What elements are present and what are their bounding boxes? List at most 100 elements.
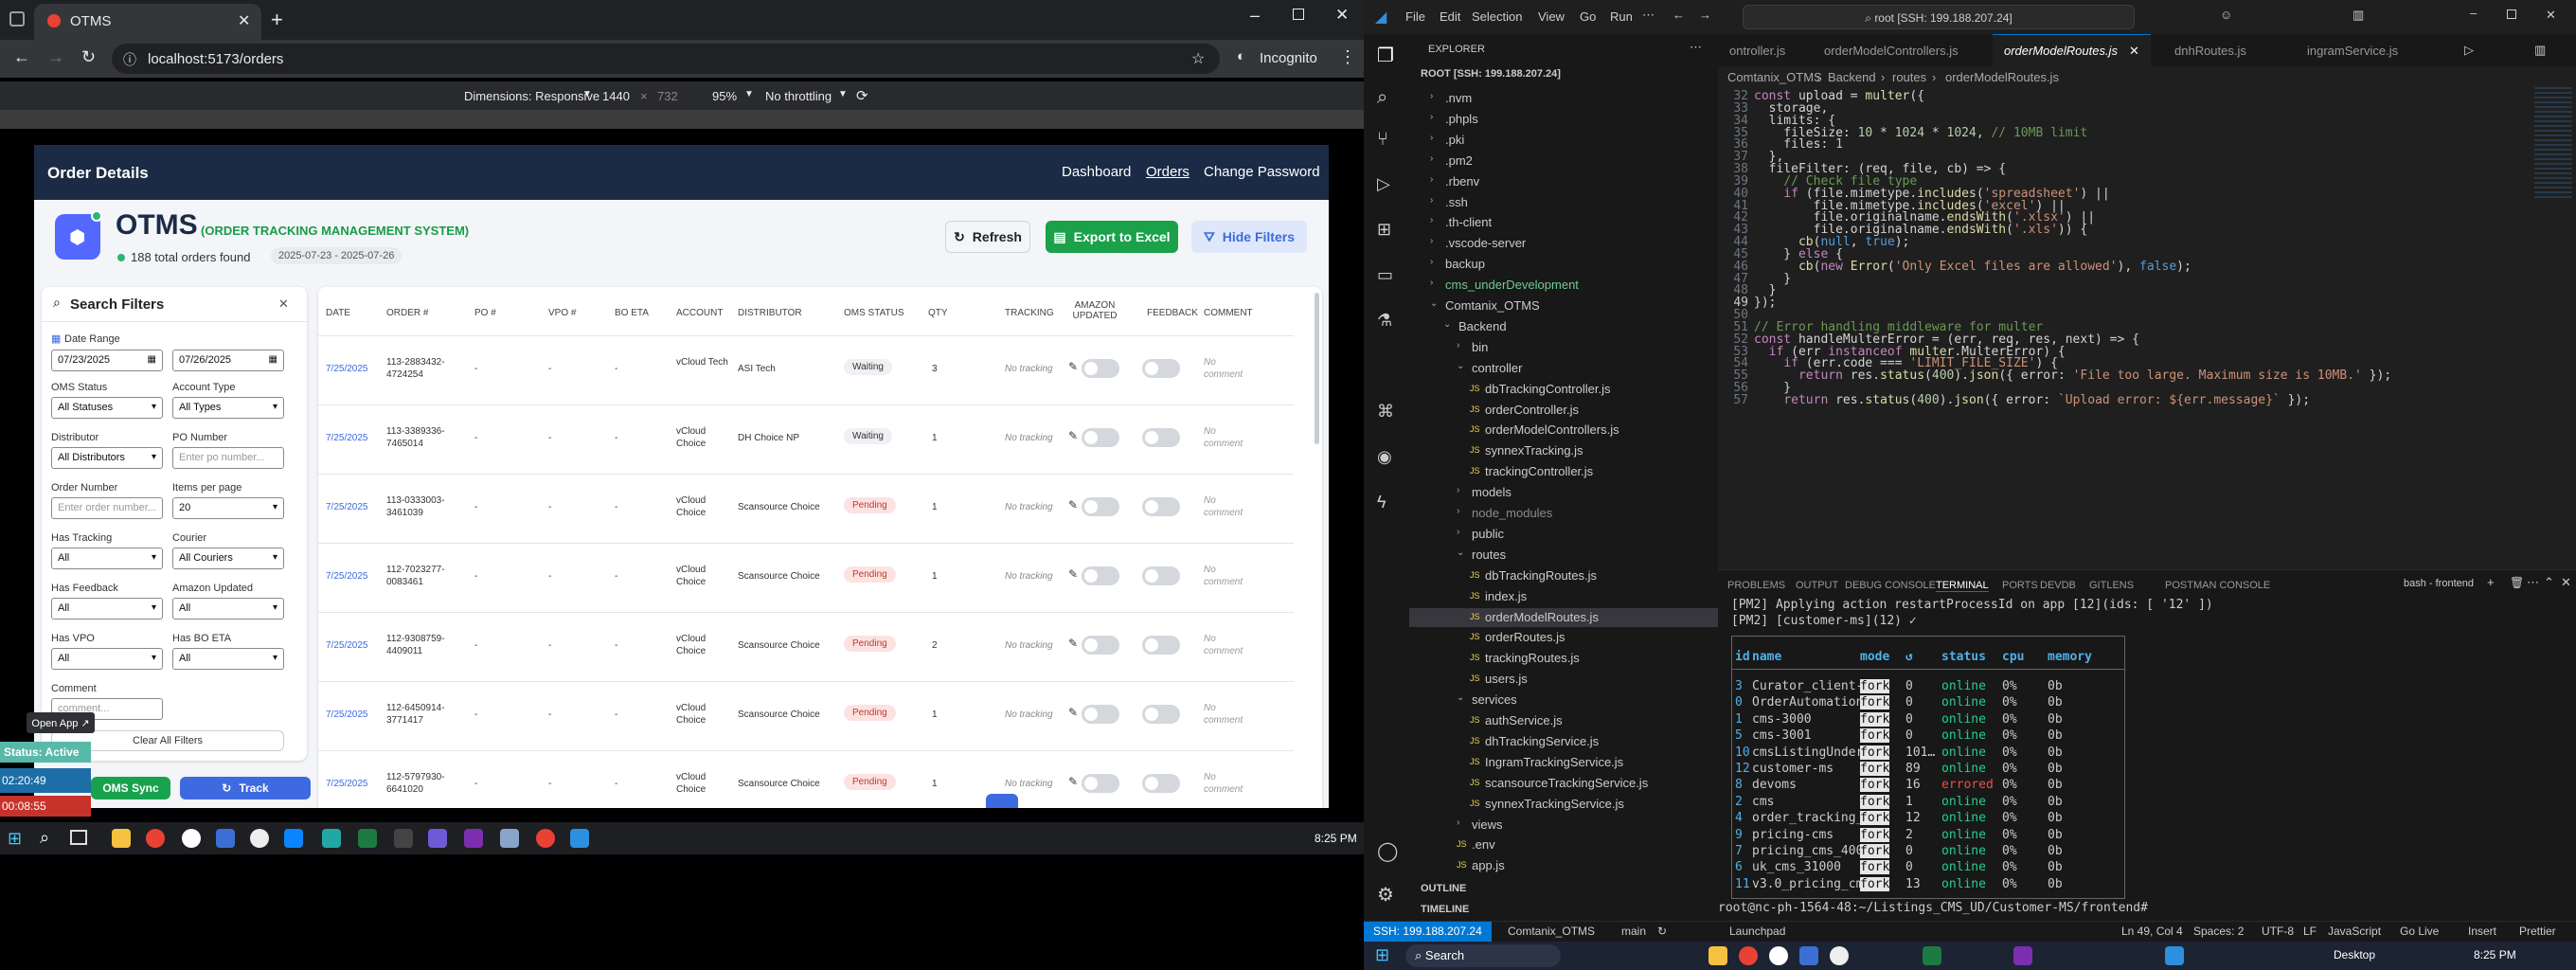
amazon-updated-select[interactable]: All ▾	[172, 598, 284, 620]
back-icon[interactable]: ←	[13, 47, 30, 67]
incognito-label[interactable]: Incognito	[1260, 50, 1317, 66]
tree-item[interactable]	[1409, 587, 1718, 606]
tab-search-icon[interactable]	[9, 11, 25, 27]
windows-start-icon[interactable]: ⊞	[1375, 945, 1389, 965]
panel-tab-gitlens[interactable]: GITLENS	[2089, 580, 2134, 591]
throttle-select[interactable]: No throttling	[765, 89, 832, 103]
tree-item[interactable]	[1409, 711, 1718, 730]
nav-orders[interactable]: Orders	[1146, 164, 1190, 180]
status-prettier[interactable]: Prettier	[2519, 925, 2556, 938]
close-window-icon[interactable]: ✕	[2546, 8, 2556, 23]
track-button[interactable]: ↻ Track	[180, 777, 311, 799]
status-launchpad[interactable]: Launchpad	[1729, 925, 1785, 938]
has-vpo-select[interactable]: All ▾	[51, 648, 163, 670]
vertical-scrollbar[interactable]	[1315, 293, 1319, 444]
browser-tab[interactable]: OTMS ✕	[34, 4, 261, 40]
panel-tab-problems[interactable]: PROBLEMS	[1727, 580, 1785, 591]
app-icon[interactable]	[1769, 946, 1788, 965]
edit-icon[interactable]: ✎	[1068, 430, 1078, 442]
remote-explorer-icon[interactable]: ▭	[1377, 265, 1393, 285]
minimap[interactable]	[2534, 87, 2572, 201]
timeline-section[interactable]: TIMELINE	[1421, 904, 1469, 915]
terminal-prompt[interactable]: root@nc-ph-1564-48:~/Listings_CMS_UD/Cus…	[1718, 901, 2156, 915]
menu-run[interactable]: Run	[1610, 9, 1633, 24]
more-icon[interactable]: ⋯	[1642, 8, 1655, 23]
feedback-toggle[interactable]	[1142, 566, 1180, 585]
status-position[interactable]: Ln 49, Col 4	[2121, 925, 2183, 938]
chrome-icon[interactable]	[146, 829, 165, 848]
outline-section[interactable]: OUTLINE	[1421, 883, 1466, 894]
oms-sync-button[interactable]: OMS Sync	[91, 777, 170, 799]
app-icon[interactable]	[428, 829, 447, 848]
tree-item[interactable]	[1409, 670, 1718, 689]
chrome-icon[interactable]	[1739, 946, 1758, 965]
onenote-icon[interactable]	[464, 829, 483, 848]
windows-start-icon[interactable]: ⊞	[8, 829, 22, 849]
sync-icon[interactable]: ↻	[1657, 925, 1667, 938]
account-type-select[interactable]: All Types ▾	[172, 397, 284, 419]
taskbar-search[interactable]: ⌕ Search	[1405, 944, 1561, 967]
oms-status-select[interactable]: All Statuses ▾	[51, 397, 163, 419]
tree-item[interactable]	[1409, 546, 1718, 565]
copilot-icon[interactable]: ☺	[2220, 8, 2232, 22]
run-icon[interactable]: ▷	[2464, 43, 2474, 58]
tree-item[interactable]	[1409, 835, 1718, 854]
status-eol[interactable]: LF	[2303, 925, 2317, 938]
amazon-updated-toggle[interactable]	[1082, 428, 1119, 447]
feedback-toggle[interactable]	[1142, 705, 1180, 724]
hide-filters-button[interactable]: ⛛ Hide Filters	[1191, 221, 1307, 253]
amazon-updated-toggle[interactable]	[1082, 497, 1119, 516]
task-view-icon[interactable]	[70, 830, 87, 845]
panel-tab-debug-console[interactable]: DEBUG CONSOLE	[1845, 580, 1936, 591]
status-spaces[interactable]: Spaces: 2	[2193, 925, 2244, 938]
minimize-icon[interactable]: –	[2470, 6, 2477, 20]
forward-icon[interactable]: →	[1699, 8, 1711, 22]
source-control-icon[interactable]: ⑂	[1377, 129, 1388, 151]
more-icon[interactable]: ⋯	[1690, 40, 1702, 55]
close-icon[interactable]: ✕	[2561, 575, 2571, 590]
excel-icon[interactable]	[1923, 946, 1941, 965]
amazon-updated-toggle[interactable]	[1082, 566, 1119, 585]
minimize-icon[interactable]: –	[1250, 6, 1260, 26]
layout-icon[interactable]: ▥	[2352, 8, 2364, 23]
tab-controller[interactable]: ontroller.js	[1718, 34, 1797, 66]
app-icon[interactable]	[250, 829, 269, 848]
site-info-icon[interactable]: ⓘ	[123, 50, 136, 69]
edit-icon[interactable]: ✎	[1068, 776, 1078, 788]
feedback-toggle[interactable]	[1142, 497, 1180, 516]
status-project[interactable]: Comtanix_OTMS	[1508, 925, 1595, 938]
distributor-select[interactable]: All Distributors ▾	[51, 447, 163, 469]
tree-item[interactable]	[1409, 317, 1718, 336]
maximize-icon[interactable]	[2507, 9, 2516, 19]
menu-edit[interactable]: Edit	[1440, 9, 1460, 24]
order-number-input[interactable]: Enter order number...	[51, 497, 163, 519]
close-icon[interactable]: ✕	[2129, 44, 2139, 59]
width-input[interactable]: 1440	[602, 89, 630, 103]
files-icon[interactable]: ❐	[1377, 44, 1394, 67]
file-explorer-icon[interactable]	[112, 829, 131, 848]
onenote-icon[interactable]	[2013, 946, 2032, 965]
tab-dnh-routes[interactable]: dnhRoutes.js	[2163, 34, 2258, 66]
has-feedback-select[interactable]: All ▾	[51, 598, 163, 620]
edit-icon[interactable]: ✎	[1068, 707, 1078, 719]
amazon-updated-toggle[interactable]	[1082, 636, 1119, 655]
app-icon[interactable]	[1830, 946, 1849, 965]
bookmark-star-icon[interactable]: ☆	[1191, 49, 1205, 68]
back-icon[interactable]: ←	[1673, 8, 1685, 22]
tree-item[interactable]	[1409, 483, 1718, 502]
feedback-toggle[interactable]	[1142, 428, 1180, 447]
command-center[interactable]: ⌕ root [SSH: 199.188.207.24]	[1743, 5, 2135, 29]
export-button[interactable]: ▤ Export to Excel	[1046, 221, 1178, 253]
run-debug-icon[interactable]: ▷	[1377, 174, 1390, 194]
status-insert[interactable]: Insert	[2468, 925, 2496, 938]
edit-icon[interactable]: ✎	[1068, 568, 1078, 581]
reload-icon[interactable]: ↻	[81, 47, 96, 67]
forward-icon[interactable]: →	[47, 47, 64, 67]
nav-change-password[interactable]: Change Password	[1204, 164, 1320, 180]
file-explorer-icon[interactable]	[1708, 946, 1727, 965]
vscode-icon[interactable]	[570, 829, 589, 848]
chrome-icon[interactable]	[536, 829, 555, 848]
nav-dashboard[interactable]: Dashboard	[1062, 164, 1131, 180]
account-icon[interactable]: ◯	[1377, 839, 1398, 863]
amazon-updated-toggle[interactable]	[1082, 705, 1119, 724]
